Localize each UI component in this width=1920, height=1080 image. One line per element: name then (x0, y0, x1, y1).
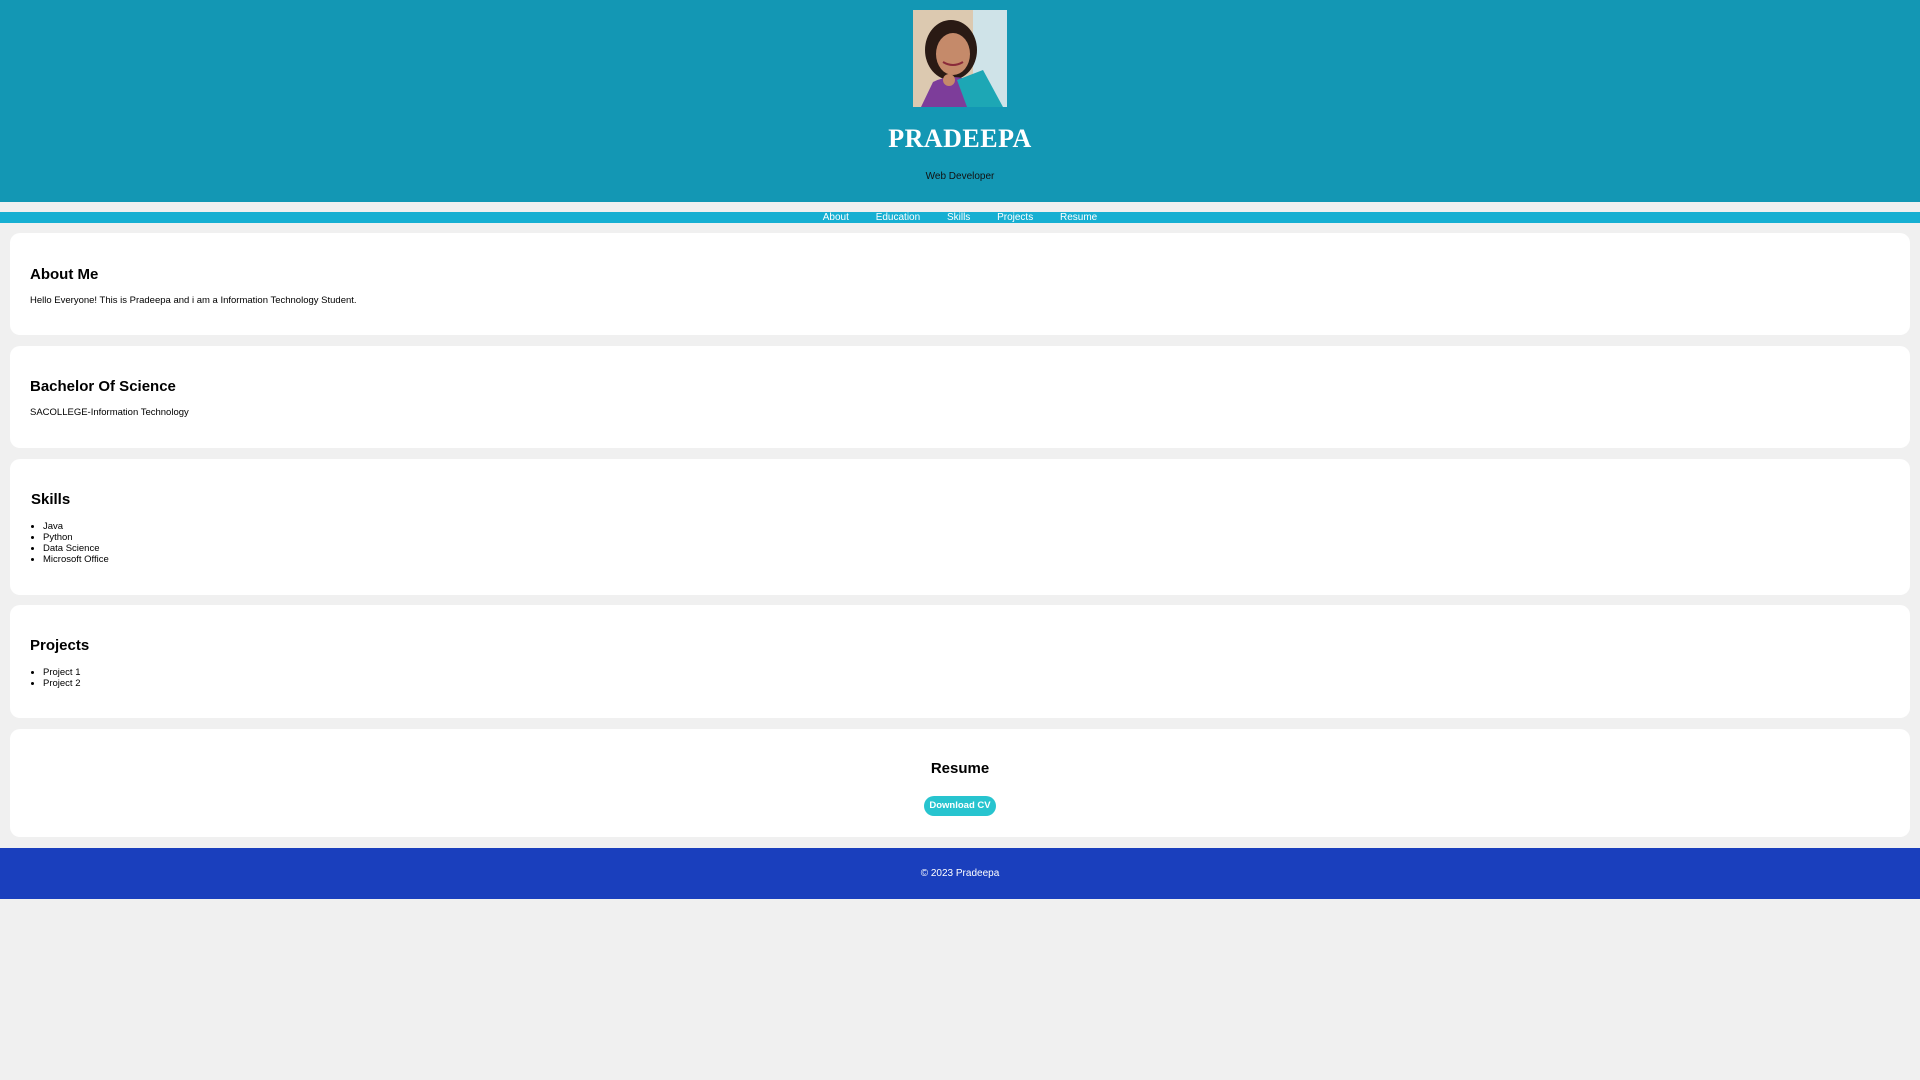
download-cv-button[interactable]: Download CV (924, 796, 996, 816)
skill-item: Python (43, 532, 109, 543)
skill-item: Microsoft Office (43, 554, 109, 565)
about-title: About Me (30, 266, 99, 283)
projects-title: Projects (30, 637, 90, 654)
projects-list: Project 1 Project 2 (30, 667, 81, 689)
projects-section: Projects Project 1 Project 2 (10, 605, 1910, 718)
resume-title: Resume (930, 760, 990, 777)
page-header: PRADEEPA Web Developer (0, 0, 1920, 202)
profile-role: Web Developer (925, 171, 995, 182)
about-text: Hello Everyone! This is Pradeepa and i a… (30, 295, 357, 306)
about-section: About Me Hello Everyone! This is Pradeep… (10, 233, 1910, 335)
profile-name: PRADEEPA (888, 124, 1032, 153)
profile-photo (913, 10, 1007, 107)
resume-section: Resume Download CV (10, 729, 1910, 837)
nav-link-about[interactable]: About (823, 212, 849, 223)
education-title: Bachelor Of Science (30, 378, 176, 395)
education-section: Bachelor Of Science SACOLLEGE-Informatio… (10, 346, 1910, 448)
education-text: SACOLLEGE-Information Technology (30, 407, 189, 418)
skill-item: Data Science (43, 543, 109, 554)
skills-section: Skills Java Python Data Science Microsof… (10, 459, 1910, 595)
nav-link-education[interactable]: Education (876, 212, 920, 223)
main-nav: About Education Skills Projects Resume (0, 212, 1920, 223)
skills-title: Skills (31, 491, 71, 508)
profile-photo-illustration (913, 10, 1007, 107)
copyright-text: © 2023 Pradeepa (920, 868, 1000, 879)
skill-item: Java (43, 521, 109, 532)
project-item[interactable]: Project 1 (43, 667, 81, 678)
page-footer: © 2023 Pradeepa (0, 848, 1920, 899)
nav-link-skills[interactable]: Skills (947, 212, 970, 223)
project-item[interactable]: Project 2 (43, 678, 81, 689)
skills-list: Java Python Data Science Microsoft Offic… (30, 521, 109, 565)
nav-link-projects[interactable]: Projects (997, 212, 1033, 223)
nav-link-resume[interactable]: Resume (1060, 212, 1097, 223)
